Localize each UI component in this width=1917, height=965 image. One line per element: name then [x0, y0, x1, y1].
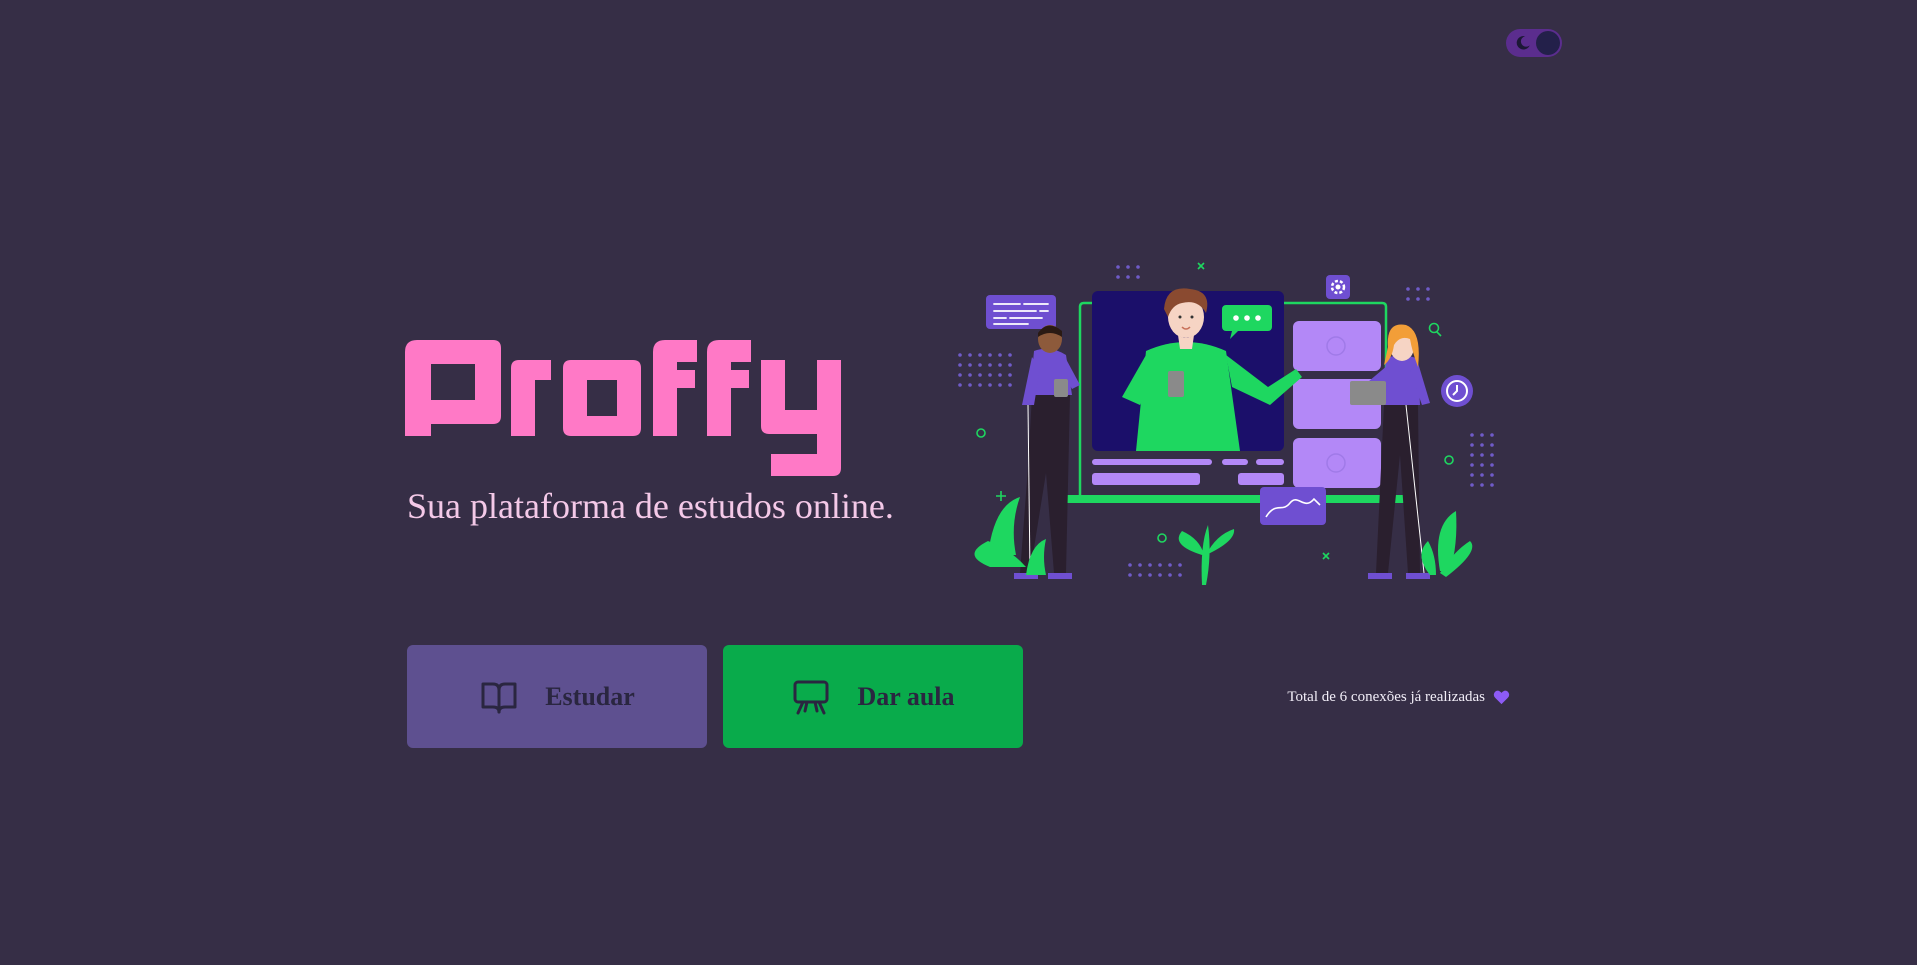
book-open-icon [481, 682, 517, 713]
study-button[interactable]: Estudar [407, 645, 707, 748]
connections-counter: Total de 6 conexões já realizadas [1250, 686, 1510, 708]
tagline: Sua plataforma de estudos online. [407, 486, 894, 526]
heart-icon [1493, 690, 1510, 704]
toggle-knob [1536, 31, 1560, 55]
landing-page: Sua plataforma de estudos online. Estuda… [0, 0, 1917, 965]
logo [405, 340, 841, 476]
teach-button-label: Dar aula [857, 681, 955, 711]
theme-toggle[interactable] [1506, 29, 1562, 57]
connections-text: Total de 6 conexões já realizadas [1287, 688, 1485, 705]
teach-button[interactable]: Dar aula [723, 645, 1023, 748]
presentation-icon [793, 680, 829, 714]
online-class-illustration [958, 262, 1494, 585]
left-student-figure [1014, 325, 1080, 579]
moon-icon [1516, 36, 1530, 50]
study-button-label: Estudar [545, 681, 635, 711]
